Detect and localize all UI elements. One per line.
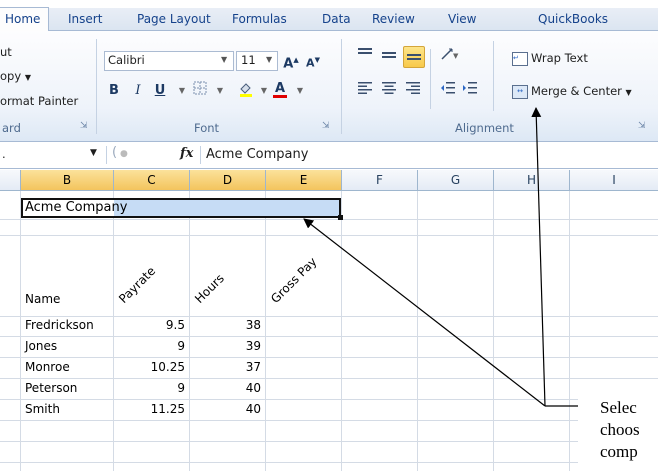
arrow-to-merge-center (531, 107, 546, 407)
annotation-arrows (303, 107, 578, 407)
arrow-to-selection (303, 218, 546, 407)
